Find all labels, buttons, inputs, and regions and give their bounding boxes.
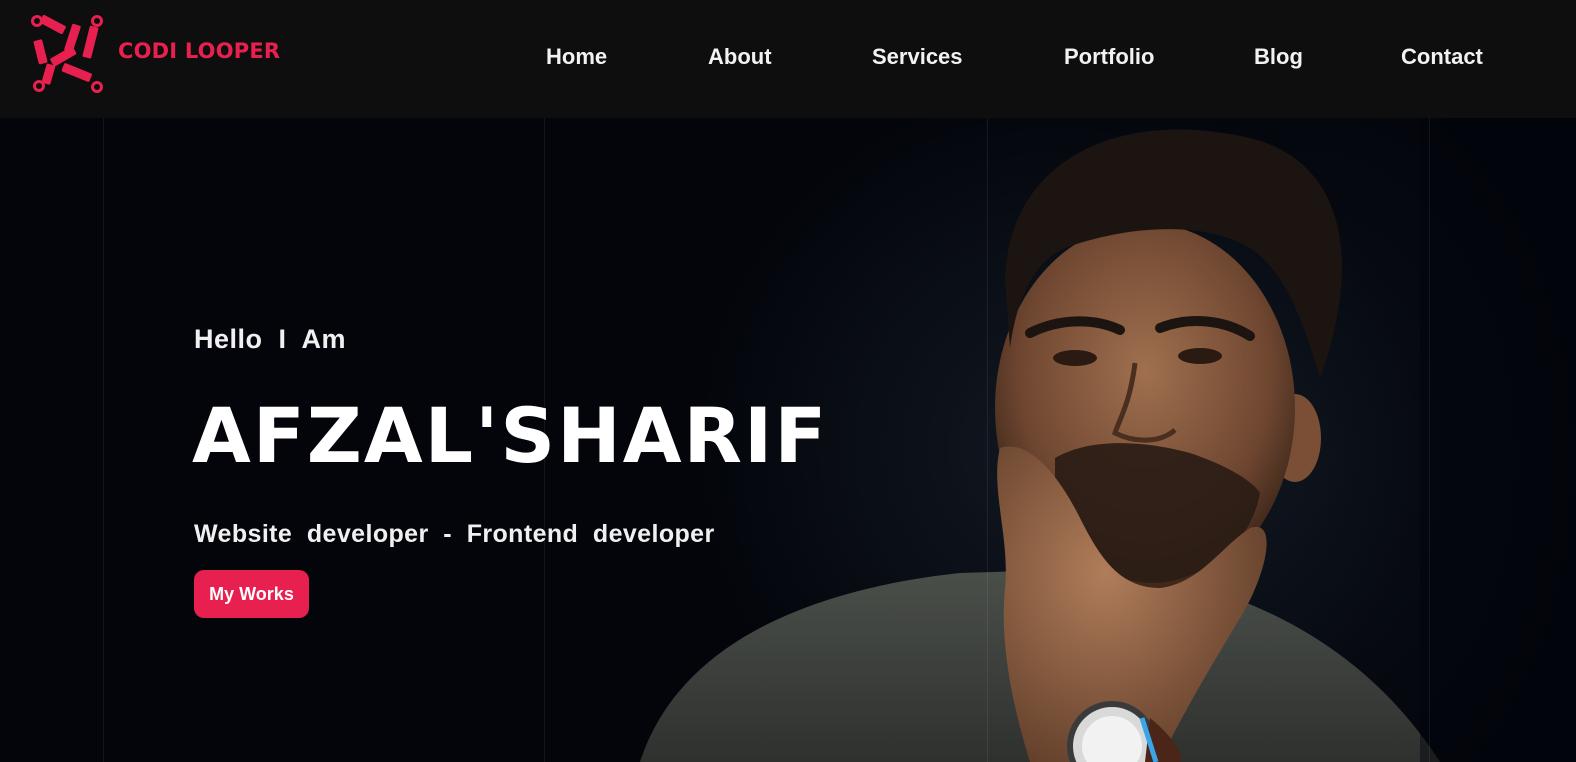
grid-line — [987, 118, 988, 762]
hero-section: Hello I Am AFZAL'SHARIF Website develope… — [0, 118, 1576, 762]
main-nav: Home About Services Portfolio Blog Conta… — [0, 44, 1576, 72]
nav-services[interactable]: Services — [872, 44, 963, 70]
hero-subtitle: Website developer - Frontend developer — [194, 520, 715, 548]
nav-home[interactable]: Home — [546, 44, 607, 70]
grid-line — [103, 118, 104, 762]
nav-portfolio[interactable]: Portfolio — [1064, 44, 1154, 70]
nav-contact[interactable]: Contact — [1401, 44, 1483, 70]
nav-about[interactable]: About — [708, 44, 772, 70]
grid-line — [1429, 118, 1430, 762]
navbar: CODI LOOPER Home About Services Portfoli… — [0, 0, 1576, 118]
nav-blog[interactable]: Blog — [1254, 44, 1303, 70]
hero-greeting: Hello I Am — [194, 324, 347, 354]
my-works-button[interactable]: My Works — [194, 570, 309, 618]
hero-name: AFZAL'SHARIF — [192, 391, 829, 480]
